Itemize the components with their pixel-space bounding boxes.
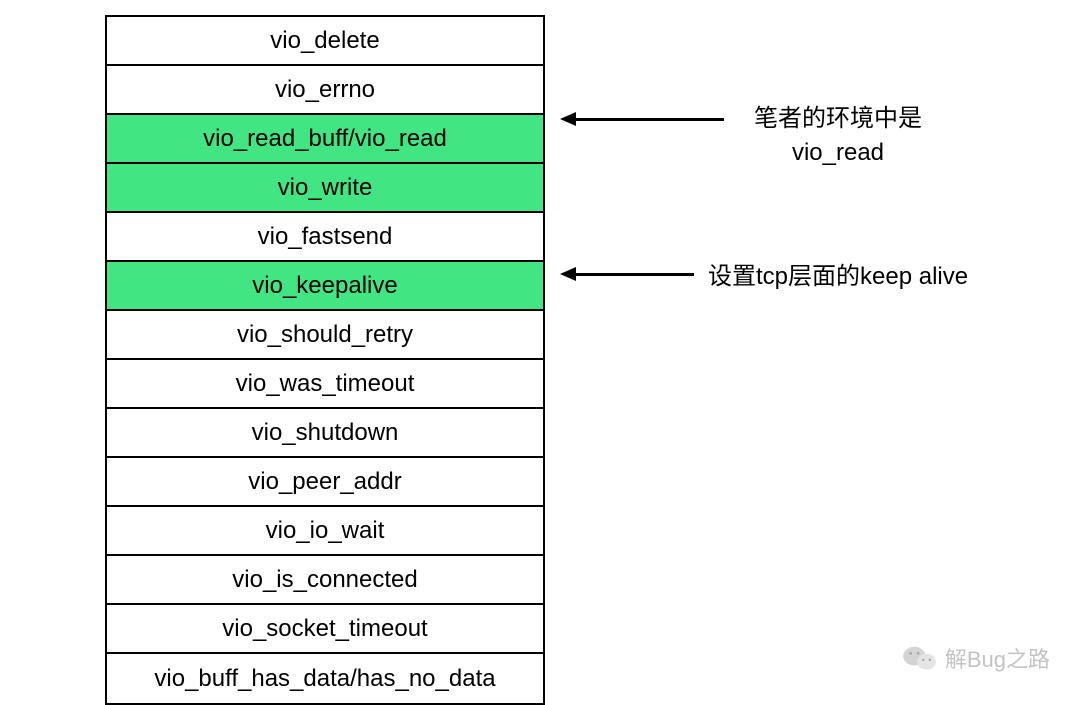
table-row: vio_shutdown [107, 409, 543, 458]
table-row-highlighted: vio_keepalive [107, 262, 543, 311]
row-label: vio_errno [275, 76, 375, 104]
row-label: vio_shutdown [252, 419, 399, 447]
row-label: vio_io_wait [266, 517, 385, 545]
row-label: vio_buff_has_data/has_no_data [154, 665, 495, 693]
row-label: vio_fastsend [258, 223, 393, 251]
annotation-line2: vio_read [738, 136, 938, 170]
arrow-line [574, 273, 694, 276]
table-row: vio_delete [107, 17, 543, 66]
table-row: vio_was_timeout [107, 360, 543, 409]
wechat-icon [903, 644, 937, 672]
row-label: vio_delete [270, 27, 379, 55]
row-label: vio_keepalive [252, 272, 397, 300]
table-row: vio_is_connected [107, 556, 543, 605]
row-label: vio_is_connected [232, 566, 417, 594]
table-row-highlighted: vio_write [107, 164, 543, 213]
row-label: vio_read_buff/vio_read [203, 125, 447, 153]
table-row: vio_io_wait [107, 507, 543, 556]
table-row: vio_socket_timeout [107, 605, 543, 654]
table-row-highlighted: vio_read_buff/vio_read [107, 115, 543, 164]
annotation-keepalive: 设置tcp层面的keep alive [708, 260, 968, 294]
table-row: vio_peer_addr [107, 458, 543, 507]
table-row: vio_buff_has_data/has_no_data [107, 654, 543, 703]
arrow-line [574, 118, 724, 121]
table-row: vio_fastsend [107, 213, 543, 262]
annotation-line1: 笔者的环境中是 [738, 102, 938, 136]
row-label: vio_peer_addr [248, 468, 401, 496]
watermark-text: 解Bug之路 [945, 642, 1050, 674]
row-label: vio_should_retry [237, 321, 413, 349]
row-label: vio_was_timeout [236, 370, 415, 398]
function-table: vio_delete vio_errno vio_read_buff/vio_r… [105, 15, 545, 705]
table-row: vio_errno [107, 66, 543, 115]
annotation-text: 设置tcp层面的keep alive [708, 263, 968, 290]
watermark: 解Bug之路 [903, 642, 1050, 674]
row-label: vio_write [278, 174, 373, 202]
table-row: vio_should_retry [107, 311, 543, 360]
row-label: vio_socket_timeout [222, 615, 427, 643]
annotation-read: 笔者的环境中是 vio_read [738, 102, 938, 169]
